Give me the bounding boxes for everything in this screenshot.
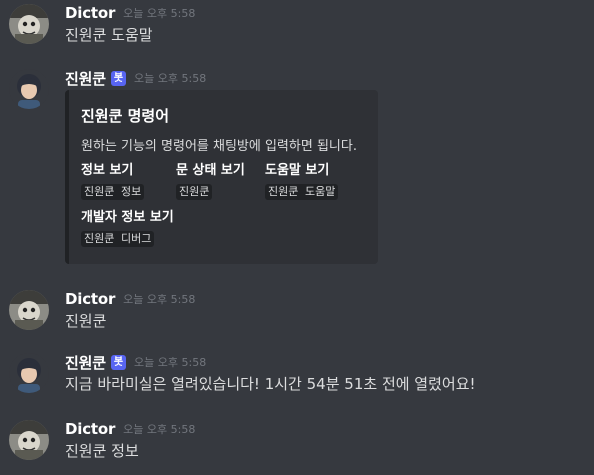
jinwonkun-avatar[interactable] xyxy=(9,353,49,393)
dictor-avatar[interactable] xyxy=(9,4,49,44)
timestamp: 오늘 오후 5:58 xyxy=(123,423,196,436)
dictor-avatar[interactable] xyxy=(9,420,49,460)
message-item: Dictor 오늘 오후 5:58 진원쿤 도움말 xyxy=(0,2,594,46)
bot-tag: 봇 xyxy=(110,70,127,86)
message-content: 진원쿤 정보 xyxy=(65,442,139,460)
username[interactable]: Dictor xyxy=(65,420,115,438)
embed-field: 문 상태 보기 진원쿤 xyxy=(176,162,245,200)
message-item: 진원쿤 봇 오늘 오후 5:58 지금 바라미실은 열려있습니다! 1시간 54… xyxy=(0,351,594,395)
message-header: 진원쿤 봇 오늘 오후 5:58 xyxy=(65,67,206,89)
embed-description: 원하는 기능의 명령어를 채팅방에 입력하면 됩니다. xyxy=(81,139,357,154)
embed-field-name: 문 상태 보기 xyxy=(176,163,245,178)
jinwonkun-avatar[interactable] xyxy=(9,69,49,109)
timestamp: 오늘 오후 5:58 xyxy=(134,356,207,369)
username[interactable]: Dictor xyxy=(65,4,115,22)
message-item: Dictor 오늘 오후 5:58 진원쿤 정보 xyxy=(0,418,594,462)
embed-field-value: 진원쿤 디버그 xyxy=(81,231,155,247)
message-content: 진원쿤 도움말 xyxy=(65,26,153,44)
embed-field-name: 개발자 정보 보기 xyxy=(81,210,174,225)
embed-field: 개발자 정보 보기 진원쿤 디버그 xyxy=(81,209,174,247)
embed-field-value: 진원쿤 도움말 xyxy=(265,184,339,200)
username[interactable]: Dictor xyxy=(65,290,115,308)
chat-messages: Dictor 오늘 오후 5:58 진원쿤 도움말 진원쿤 봇 오늘 오후 5:… xyxy=(0,0,594,475)
embed-field-value: 진원쿤 정보 xyxy=(81,184,145,200)
embed: 진원쿤 명령어 원하는 기능의 명령어를 채팅방에 입력하면 됩니다. 정보 보… xyxy=(65,90,378,264)
bot-tag: 봇 xyxy=(110,354,127,370)
message-header: 진원쿤 봇 오늘 오후 5:58 xyxy=(65,351,206,373)
embed-field-name: 도움말 보기 xyxy=(265,163,330,178)
message-content: 지금 바라미실은 열려있습니다! 1시간 54분 51초 전에 열렸어요! xyxy=(65,375,476,393)
message-header: Dictor 오늘 오후 5:58 xyxy=(65,288,195,310)
timestamp: 오늘 오후 5:58 xyxy=(123,293,196,306)
message-header: Dictor 오늘 오후 5:58 xyxy=(65,418,195,440)
embed-field: 정보 보기 진원쿤 정보 xyxy=(81,162,145,200)
message-header: Dictor 오늘 오후 5:58 xyxy=(65,2,195,24)
username[interactable]: 진원쿤 xyxy=(65,352,106,373)
embed-field: 도움말 보기 진원쿤 도움말 xyxy=(265,162,339,200)
timestamp: 오늘 오후 5:58 xyxy=(123,7,196,20)
embed-field-value: 진원쿤 xyxy=(176,184,213,200)
embed-title: 진원쿤 명령어 xyxy=(81,107,170,125)
embed-field-name: 정보 보기 xyxy=(81,163,134,178)
dictor-avatar[interactable] xyxy=(9,290,49,330)
message-item: Dictor 오늘 오후 5:58 진원쿤 xyxy=(0,288,594,332)
timestamp: 오늘 오후 5:58 xyxy=(134,72,207,85)
username[interactable]: 진원쿤 xyxy=(65,68,106,89)
message-content: 진원쿤 xyxy=(65,312,107,330)
